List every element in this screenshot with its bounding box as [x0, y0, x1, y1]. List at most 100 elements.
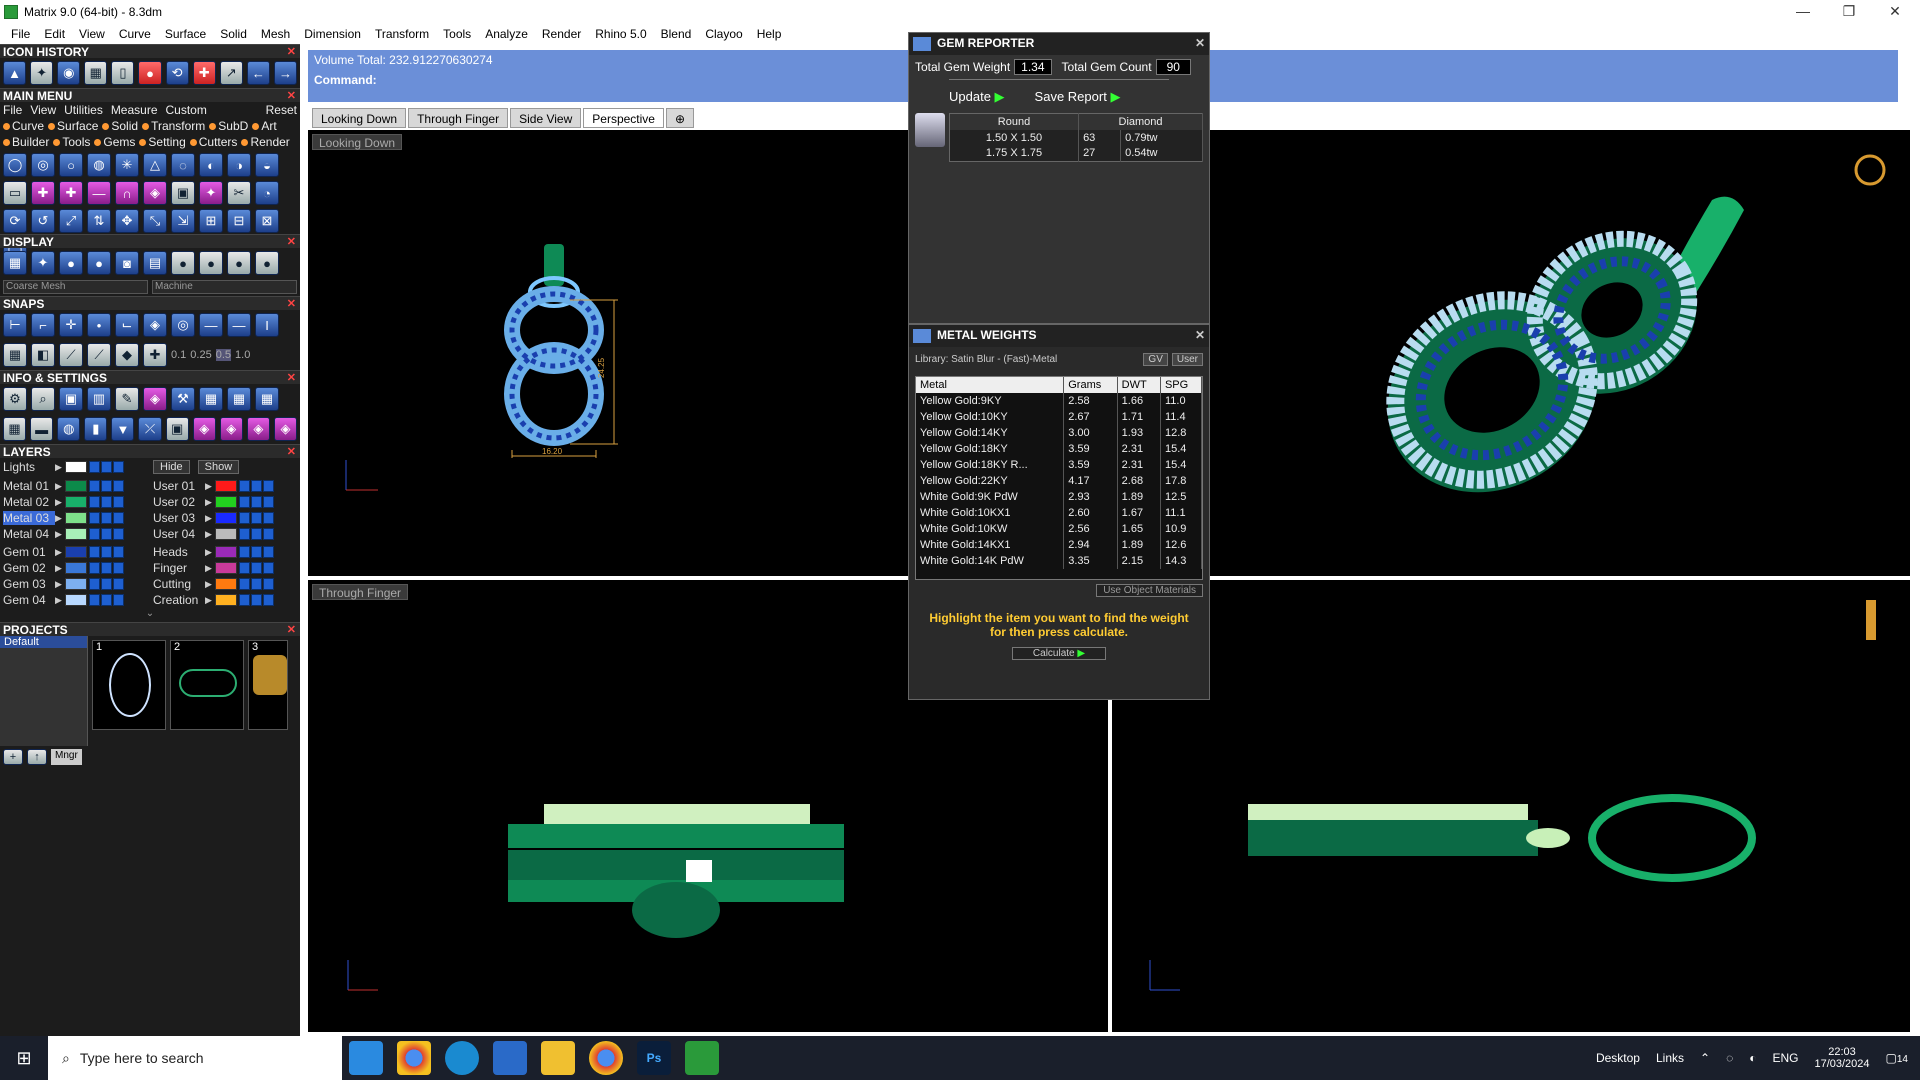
close-icon[interactable]: ✕ [287, 297, 296, 311]
tool-icon[interactable]: ⇅ [87, 209, 111, 233]
layer-row[interactable]: Finger ▶ [150, 560, 300, 576]
tool-icon[interactable]: ▲ [3, 61, 27, 85]
windows-start-icon[interactable]: ⊞ [0, 1048, 48, 1069]
close-icon[interactable]: ✕ [1195, 33, 1205, 53]
main-menu-render[interactable]: Render [241, 135, 290, 149]
layer-toggle[interactable] [101, 594, 112, 606]
filter-icon[interactable]: ▼ [111, 417, 135, 441]
snap-value-0-5[interactable]: 0.5 [215, 349, 232, 361]
layer-row[interactable]: Metal 02 ▶ [0, 494, 150, 510]
menu-render[interactable]: Render [535, 27, 588, 41]
close-icon[interactable]: ✕ [287, 235, 296, 249]
main-menu-art[interactable]: Art [252, 119, 277, 133]
layer-toggle[interactable] [263, 578, 274, 590]
layer-row[interactable]: Gem 03 ▶ [0, 576, 150, 592]
layer-name[interactable]: Gem 03 [3, 577, 55, 591]
layer-color-swatch[interactable] [215, 546, 237, 558]
expand-icon[interactable]: ▶ [55, 595, 65, 606]
layer-toggle[interactable] [89, 546, 100, 558]
manager-button[interactable]: Mngr [51, 749, 82, 765]
tool-icon[interactable]: ✂ [227, 181, 251, 205]
metal-row[interactable]: Yellow Gold:18KY 3.59 2.31 15.4 [916, 441, 1202, 457]
layer-name[interactable]: User 03 [153, 511, 205, 525]
layer-color-swatch[interactable] [215, 578, 237, 590]
expand-icon[interactable]: ▶ [205, 563, 215, 574]
layer-color-swatch[interactable] [65, 578, 87, 590]
tool-icon[interactable]: ✎ [115, 387, 139, 411]
main-menu-subd[interactable]: SubD [209, 119, 248, 133]
header-grams[interactable]: Grams [1063, 377, 1118, 393]
layer-name[interactable]: Creation [153, 593, 205, 607]
tool-icon[interactable]: ◐ [199, 153, 223, 177]
search-icon[interactable]: ⌕ [31, 387, 55, 411]
tool-icon[interactable]: ○ [59, 153, 83, 177]
tool-icon[interactable]: ▣ [171, 181, 195, 205]
tool-icon[interactable]: ✦ [30, 61, 54, 85]
metal-row[interactable]: White Gold:14KX1 2.94 1.89 12.6 [916, 537, 1202, 553]
layer-name[interactable]: Metal 01 [3, 479, 55, 493]
layer-toggle[interactable] [239, 546, 250, 558]
tool-icon[interactable]: ◈ [143, 181, 167, 205]
expand-icon[interactable]: ▶ [55, 529, 65, 540]
sphere-icon[interactable]: ● [87, 251, 111, 275]
menu-blend[interactable]: Blend [654, 27, 699, 41]
expand-icon[interactable]: ▶ [205, 595, 215, 606]
main-menu-measure[interactable]: Measure [111, 103, 158, 117]
layer-toggle[interactable] [113, 546, 124, 558]
layer-toggle[interactable] [101, 578, 112, 590]
snap-icon[interactable]: — [199, 313, 223, 337]
slider[interactable] [949, 79, 1169, 89]
layer-toggle[interactable] [251, 480, 262, 492]
layer-toggle[interactable] [89, 461, 100, 473]
header-spg[interactable]: SPG [1160, 377, 1202, 393]
add-tab-icon[interactable]: ⊕ [665, 108, 695, 128]
lights-swatch[interactable] [65, 461, 87, 473]
layer-row[interactable]: Gem 02 ▶ [0, 560, 150, 576]
layer-toggle[interactable] [263, 594, 274, 606]
sphere-icon[interactable]: ● [59, 251, 83, 275]
metal-row[interactable]: Yellow Gold:10KY 2.67 1.71 11.4 [916, 409, 1202, 425]
layer-toggle[interactable] [239, 496, 250, 508]
layer-toggle[interactable] [239, 578, 250, 590]
tool-icon[interactable]: ▦ [255, 387, 279, 411]
menu-surface[interactable]: Surface [158, 27, 213, 41]
header-metal[interactable]: Metal [916, 377, 1065, 393]
close-icon[interactable]: ✕ [287, 45, 296, 59]
layer-toggle[interactable] [251, 528, 262, 540]
layer-row[interactable]: User 01 ▶ [150, 478, 300, 494]
tool-icon[interactable]: ◑ [227, 153, 251, 177]
tool-icon[interactable]: ✦ [199, 181, 223, 205]
tool-icon[interactable]: ↺ [31, 209, 55, 233]
layer-toggle[interactable] [239, 562, 250, 574]
tool-icon[interactable]: ◍ [87, 153, 111, 177]
layer-toggle[interactable] [263, 512, 274, 524]
viewport-side[interactable] [1112, 580, 1910, 1032]
metal-row[interactable]: Yellow Gold:18KY R... 3.59 2.31 15.4 [916, 457, 1202, 473]
layer-row[interactable]: User 03 ▶ [150, 510, 300, 526]
main-menu-solid[interactable]: Solid [102, 119, 138, 133]
menu-view[interactable]: View [72, 27, 112, 41]
layer-color-swatch[interactable] [65, 562, 87, 574]
network-icon[interactable]: ◌ [1726, 1051, 1733, 1065]
language-indicator[interactable]: ENG [1772, 1051, 1798, 1065]
tab-perspective[interactable]: Perspective [583, 108, 664, 128]
layer-toggle[interactable] [239, 480, 250, 492]
layer-toggle[interactable] [101, 528, 112, 540]
tool-icon[interactable]: ✳ [115, 153, 139, 177]
tool-icon[interactable]: ⟲ [165, 61, 189, 85]
expand-icon[interactable]: ▶ [55, 579, 65, 590]
layer-toggle[interactable] [251, 578, 262, 590]
main-menu-custom[interactable]: Custom [166, 103, 207, 117]
tool-icon[interactable]: ✚ [143, 343, 167, 367]
tool-icon[interactable]: ▭ [3, 181, 27, 205]
tool-icon[interactable]: ▦ [3, 417, 27, 441]
tool-icon[interactable]: ◈ [143, 387, 167, 411]
expand-icon[interactable]: ▶ [55, 563, 65, 574]
snap-icon[interactable]: I [255, 313, 279, 337]
chrome-icon[interactable] [397, 1041, 431, 1075]
layer-row[interactable]: User 04 ▶ [150, 526, 300, 542]
layer-name[interactable]: Gem 04 [3, 593, 55, 607]
layer-toggle[interactable] [89, 528, 100, 540]
layer-name[interactable]: Metal 02 [3, 495, 55, 509]
layer-color-swatch[interactable] [65, 528, 87, 540]
